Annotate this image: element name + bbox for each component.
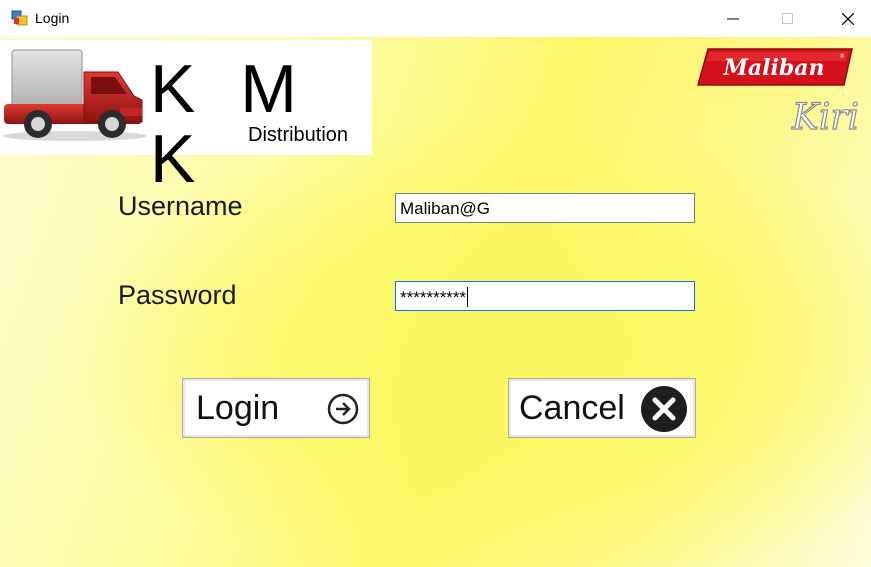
close-button[interactable] — [825, 0, 871, 37]
kmk-logo-panel: K M K Distribution — [0, 40, 372, 194]
password-value: ********** — [400, 288, 467, 307]
login-form-area: K M K Distribution Maliban ® Kiri Userna… — [0, 37, 871, 567]
maliban-kiri-logo: Maliban ® Kiri — [697, 48, 859, 139]
maximize-button[interactable] — [765, 0, 811, 37]
minimize-button[interactable] — [710, 0, 756, 37]
password-label: Password — [118, 280, 237, 310]
cancel-button[interactable]: Cancel — [508, 378, 696, 438]
svg-text:®: ® — [839, 53, 845, 60]
login-button[interactable]: Login — [182, 378, 370, 438]
maliban-logo-text: Maliban — [723, 55, 825, 81]
maximize-icon — [782, 13, 793, 24]
company-subtitle: Distribution — [248, 124, 349, 146]
app-window-icon[interactable] — [11, 9, 29, 27]
username-value: Maliban@G — [400, 199, 491, 218]
kiri-logo-text: Kiri — [791, 97, 859, 138]
cancel-button-label: Cancel — [519, 389, 625, 427]
arrow-right-circle-icon — [327, 393, 359, 425]
username-label: Username — [118, 191, 243, 221]
close-icon — [842, 13, 854, 25]
text-caret — [467, 287, 469, 307]
username-input[interactable]: Maliban@G — [395, 193, 695, 223]
window-title: Login — [35, 10, 70, 26]
login-button-label: Login — [196, 389, 280, 427]
truck-icon — [3, 49, 147, 141]
close-circle-icon — [641, 386, 687, 432]
minimize-icon — [727, 18, 739, 20]
password-input[interactable]: ********** — [395, 281, 695, 311]
title-bar: Login — [0, 0, 871, 37]
